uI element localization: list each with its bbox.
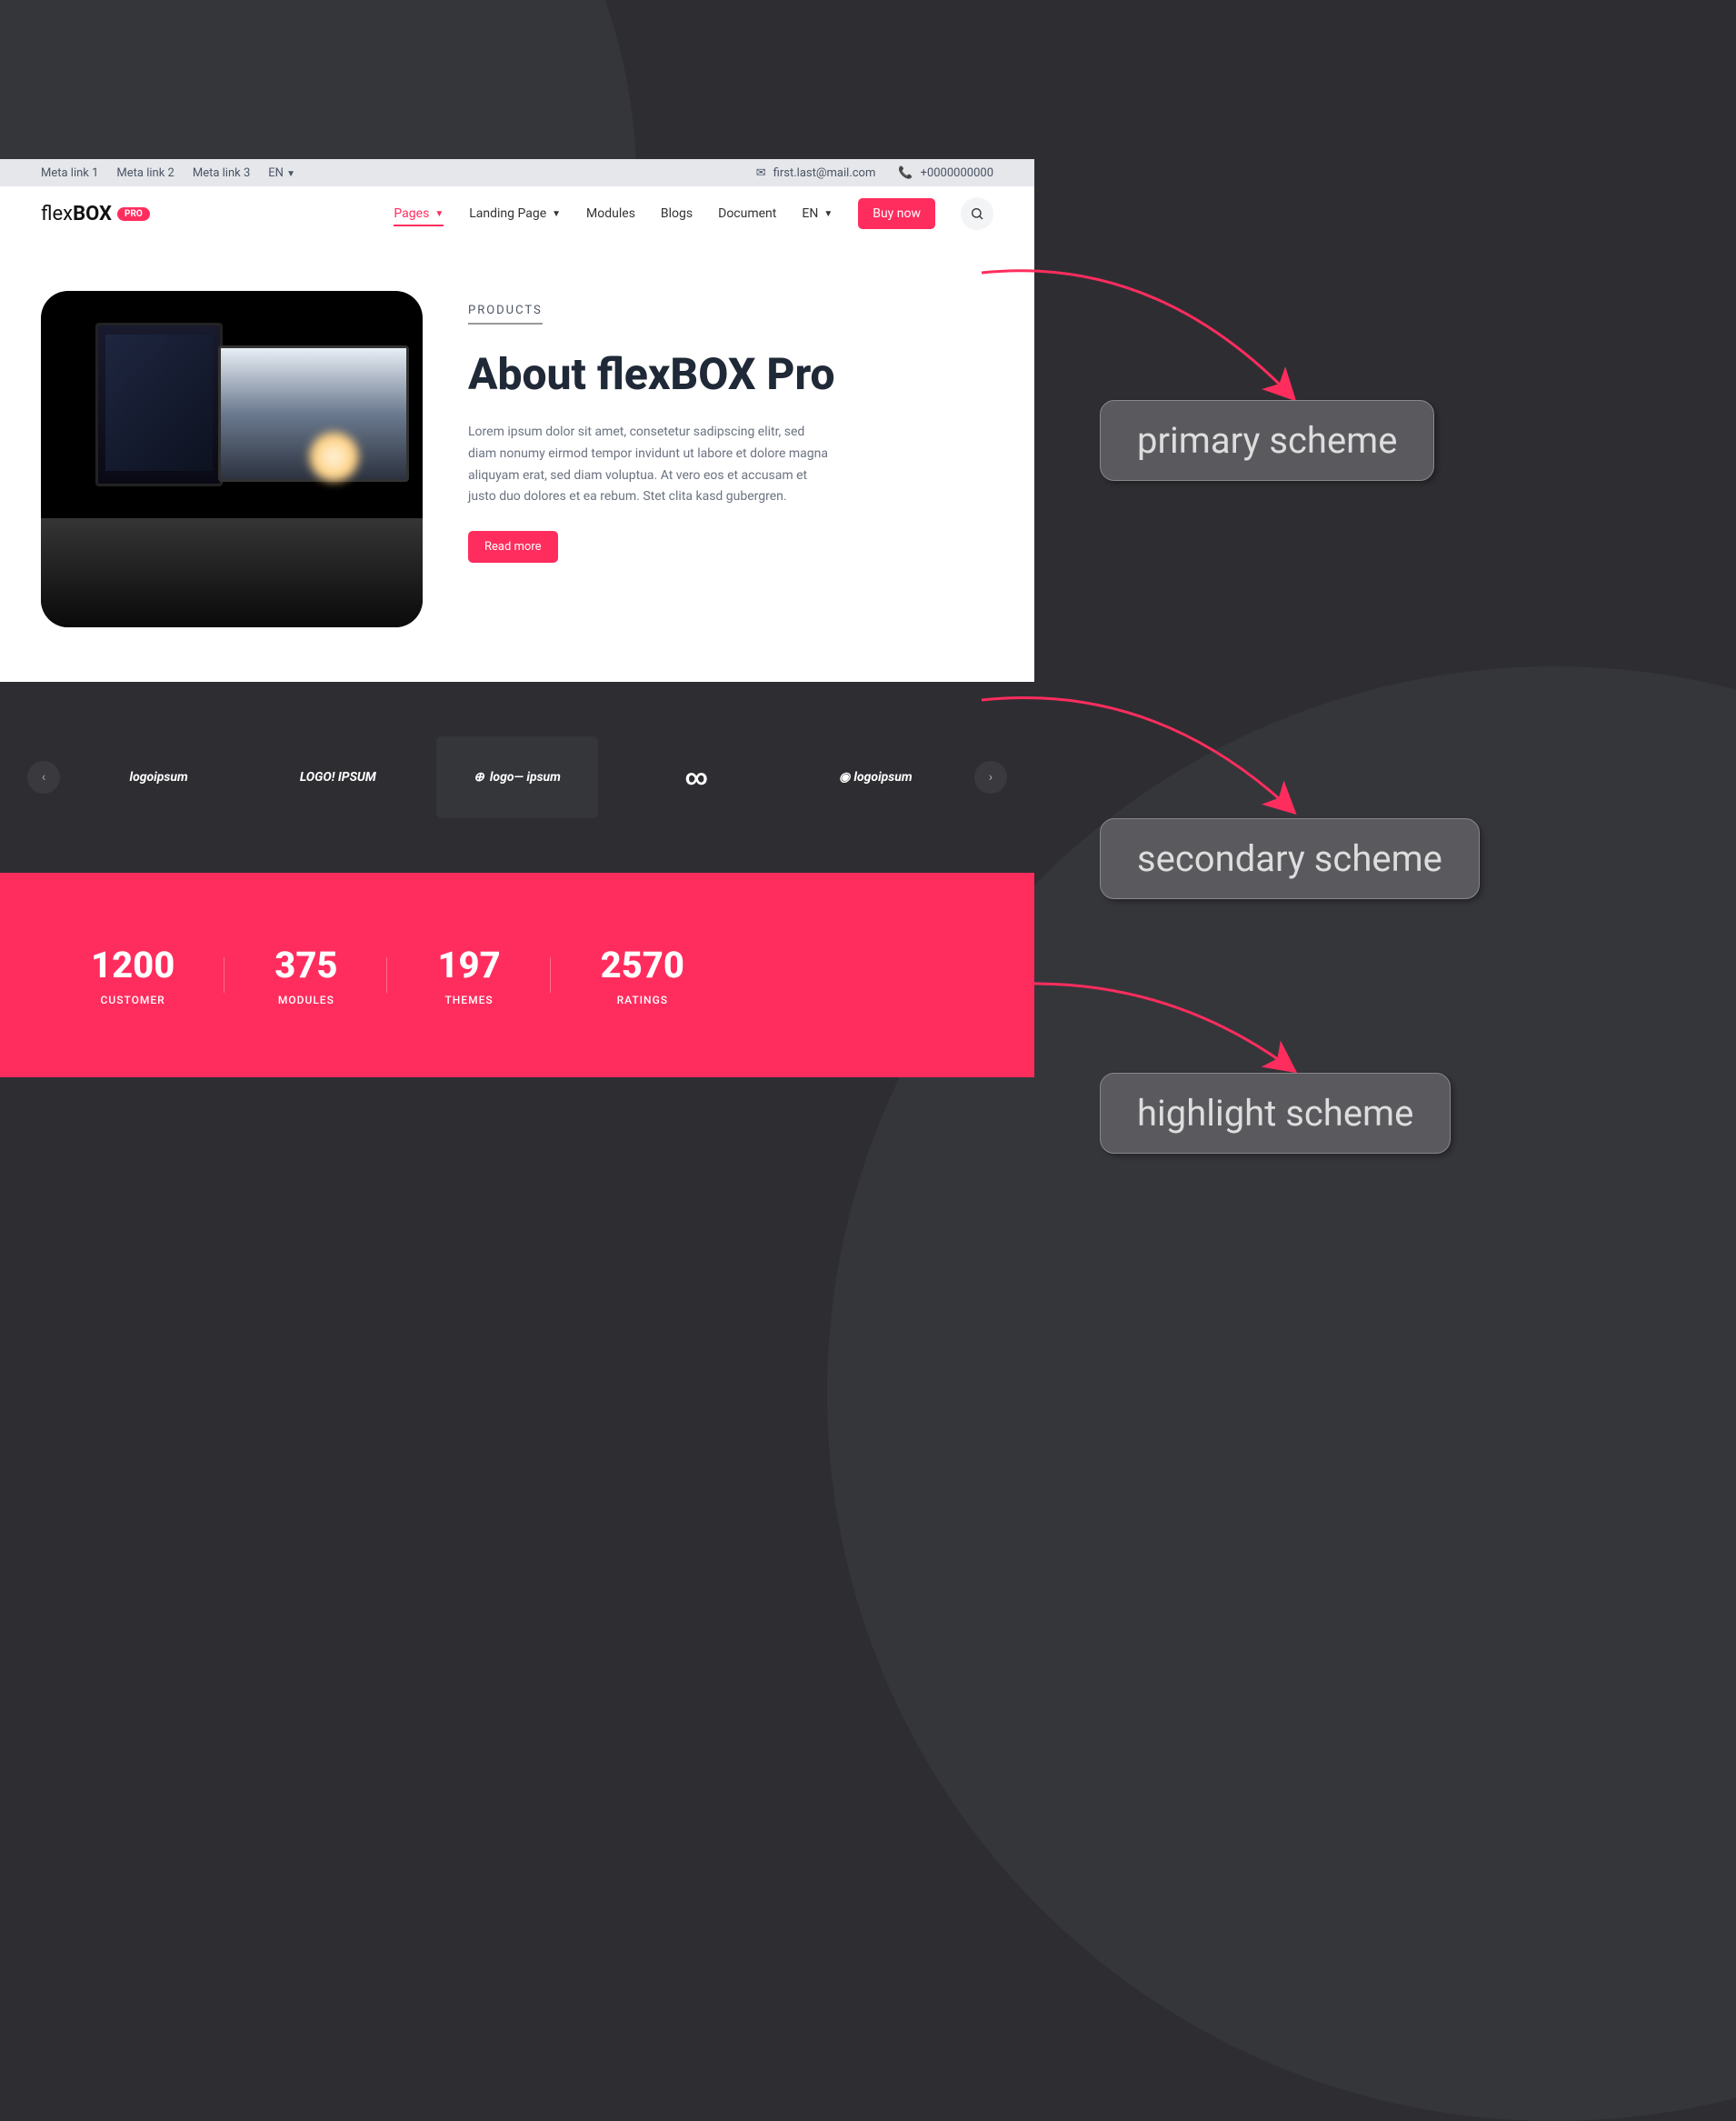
logo-text: flexBOX (41, 203, 112, 225)
meta-link[interactable]: Meta link 1 (41, 166, 98, 180)
hero-image-decoration (41, 518, 423, 627)
mail-icon: ✉ (756, 166, 766, 180)
hero-image (41, 291, 423, 627)
pro-badge: PRO (117, 207, 150, 221)
stat-label: CUSTOMER (91, 994, 175, 1006)
annotation-primary: primary scheme (1100, 400, 1434, 481)
stat-item: 375 MODULES (224, 944, 387, 1006)
topbar: Meta link 1 Meta link 2 Meta link 3 EN ▼… (0, 159, 1034, 186)
topbar-phone[interactable]: 📞 +0000000000 (898, 166, 993, 180)
meta-link[interactable]: Meta link 3 (193, 166, 250, 180)
stats-section: 1200 CUSTOMER 375 MODULES 197 THEMES 257… (0, 873, 1034, 1077)
nav-document[interactable]: Document (718, 206, 776, 221)
main-nav: Pages ▼ Landing Page ▼ Modules Blogs Doc… (394, 197, 993, 230)
topbar-lang[interactable]: EN ▼ (268, 166, 295, 180)
chevron-left-icon: ‹ (42, 770, 45, 785)
partner-logo: LOGO! IPSUM (257, 750, 418, 805)
partner-logo: logoipsum (78, 750, 239, 805)
phone-icon: 📞 (898, 166, 913, 180)
read-more-button[interactable]: Read more (468, 531, 558, 563)
stat-item: 1200 CUSTOMER (41, 944, 224, 1006)
partner-logo: ∞ (616, 750, 777, 805)
buy-now-button[interactable]: Buy now (858, 198, 935, 229)
stat-label: MODULES (274, 994, 337, 1006)
stat-item: 197 THEMES (387, 944, 550, 1006)
chevron-down-icon: ▼ (552, 209, 561, 219)
nav-blogs[interactable]: Blogs (661, 206, 693, 221)
stat-label: RATINGS (601, 994, 684, 1006)
logos-prev-button[interactable]: ‹ (27, 761, 60, 794)
chevron-down-icon: ▼ (823, 209, 833, 219)
hero-content: PRODUCTS About flexBOX Pro Lorem ipsum d… (468, 291, 993, 627)
stat-number: 2570 (601, 944, 684, 986)
stat-number: 375 (274, 944, 337, 986)
hero-description: Lorem ipsum dolor sit amet, consetetur s… (468, 422, 832, 508)
chevron-down-icon: ▼ (434, 209, 444, 219)
site-logo[interactable]: flexBOX PRO (41, 203, 150, 225)
website-preview: Meta link 1 Meta link 2 Meta link 3 EN ▼… (0, 159, 1034, 1077)
topbar-meta-links: Meta link 1 Meta link 2 Meta link 3 EN ▼ (41, 166, 295, 180)
search-button[interactable] (961, 197, 993, 230)
circle-icon: ◉ (839, 770, 850, 785)
stat-number: 197 (437, 944, 500, 986)
partner-logos-section: ‹ logoipsum LOGO! IPSUM ⊕ logo— ipsum ∞ … (0, 682, 1034, 873)
partner-logo: ◉ logoipsum (795, 750, 956, 805)
email-text: first.last@mail.com (773, 166, 876, 180)
nav-pages[interactable]: Pages ▼ (394, 206, 444, 226)
hero-image-decoration (309, 432, 359, 482)
hero-section: PRODUCTS About flexBOX Pro Lorem ipsum d… (0, 241, 1034, 682)
topbar-email[interactable]: ✉ first.last@mail.com (756, 166, 876, 180)
chevron-down-icon: ▼ (286, 169, 295, 179)
hero-eyebrow: PRODUCTS (468, 304, 543, 325)
globe-icon: ⊕ (474, 770, 484, 785)
main-navbar: flexBOX PRO Pages ▼ Landing Page ▼ Modul… (0, 186, 1034, 241)
annotation-highlight: highlight scheme (1100, 1073, 1451, 1154)
nav-modules[interactable]: Modules (586, 206, 635, 221)
hero-title: About flexBOX Pro (468, 347, 993, 402)
nav-lang[interactable]: EN ▼ (802, 206, 833, 221)
stat-item: 2570 RATINGS (551, 944, 734, 1006)
annotation-arrow (973, 691, 1309, 836)
partner-logo: ⊕ logo— ipsum (436, 736, 597, 818)
stat-number: 1200 (91, 944, 175, 986)
annotation-secondary: secondary scheme (1100, 818, 1480, 899)
nav-landing[interactable]: Landing Page ▼ (469, 206, 561, 221)
search-icon (970, 206, 984, 221)
stat-label: THEMES (437, 994, 500, 1006)
phone-text: +0000000000 (921, 166, 993, 180)
meta-link[interactable]: Meta link 2 (116, 166, 174, 180)
topbar-contact: ✉ first.last@mail.com 📞 +0000000000 (756, 166, 993, 180)
hero-image-decoration (95, 323, 223, 486)
